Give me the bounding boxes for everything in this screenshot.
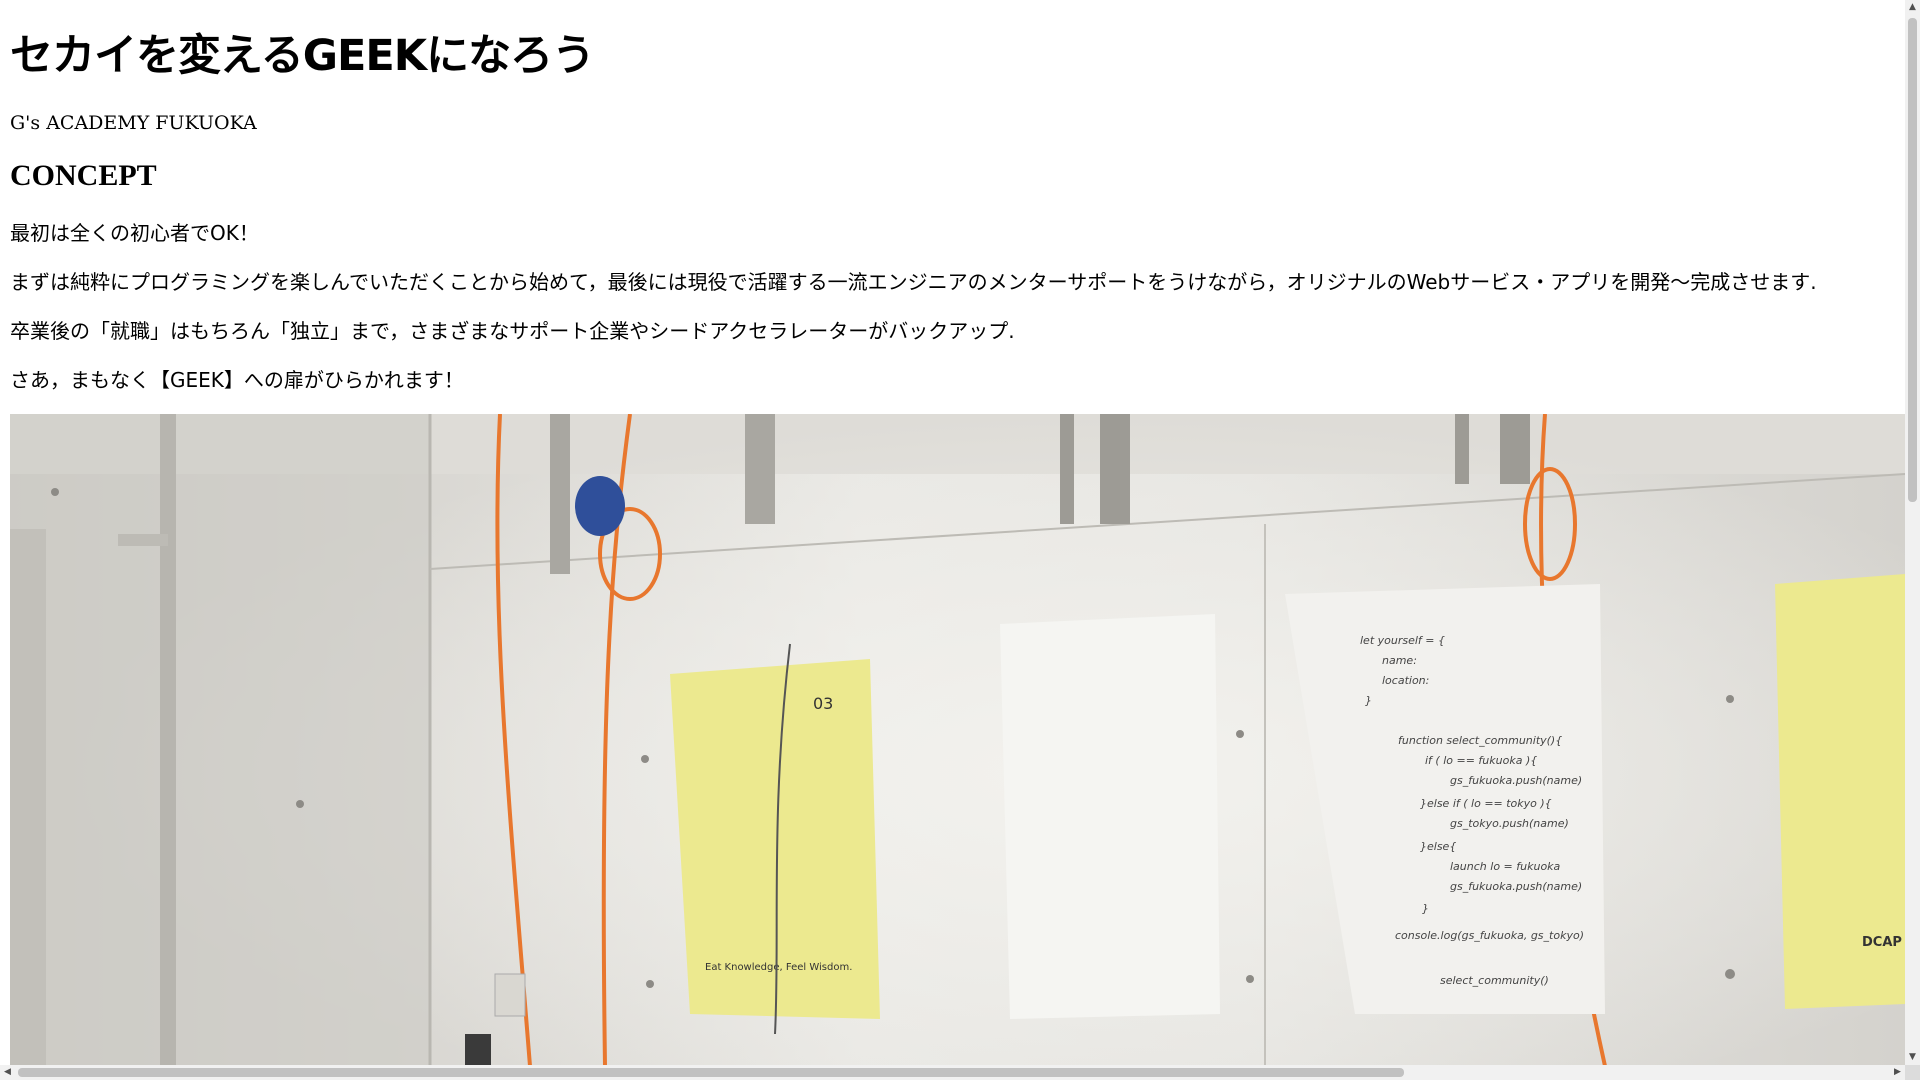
classroom-photo: 03 Eat Knowledge, Feel Wisdom. let yours… — [10, 414, 1905, 1066]
svg-text:console.log(gs_fukuoka, gs_tok: console.log(gs_fukuoka, gs_tokyo) — [1395, 929, 1584, 942]
poster-number: 03 — [813, 694, 833, 713]
svg-text:}else if ( lo == tokyo ){: }else if ( lo == tokyo ){ — [1420, 797, 1552, 810]
concept-paragraph-4: さあ，まもなく【GEEK】への扉がひらかれます！ — [10, 368, 464, 392]
svg-text:name:: name: — [1382, 654, 1417, 667]
page-title: セカイを変えるGEEKになろう — [10, 31, 595, 81]
scroll-down-arrow-icon[interactable]: ▼ — [1905, 1050, 1920, 1065]
scroll-left-arrow-icon[interactable]: ◀ — [0, 1065, 15, 1080]
page-content: セカイを変えるGEEKになろう G's ACADEMY FUKUOKA CONC… — [10, 0, 1905, 392]
svg-text:launch lo = fukuoka: launch lo = fukuoka — [1450, 860, 1561, 873]
horizontal-scrollbar[interactable]: ◀ ▶ — [0, 1065, 1905, 1080]
poster-caption: Eat Knowledge, Feel Wisdom. — [705, 962, 852, 973]
svg-text:select_community(): select_community() — [1440, 974, 1549, 987]
svg-text:if ( lo == fukuoka ){: if ( lo == fukuoka ){ — [1425, 754, 1537, 767]
photo-scene: 03 Eat Knowledge, Feel Wisdom. let yours… — [10, 414, 1905, 1066]
svg-text:gs_fukuoka.push(name): gs_fukuoka.push(name) — [1450, 774, 1582, 787]
svg-text:function select_community(){: function select_community(){ — [1398, 734, 1562, 747]
scroll-up-arrow-icon[interactable]: ▲ — [1905, 0, 1920, 15]
svg-text:location:: location: — [1382, 674, 1429, 687]
scrollbar-corner — [1905, 1065, 1920, 1080]
concept-heading: CONCEPT — [10, 159, 157, 192]
svg-text:}: } — [1422, 902, 1429, 915]
right-poster-caption: DCAP D — [1862, 935, 1905, 950]
scroll-right-arrow-icon[interactable]: ▶ — [1890, 1065, 1905, 1080]
svg-text:gs_tokyo.push(name): gs_tokyo.push(name) — [1450, 817, 1569, 830]
svg-text:}else{: }else{ — [1420, 840, 1456, 853]
vertical-scroll-thumb[interactable] — [1908, 18, 1917, 502]
vertical-scrollbar[interactable]: ▲ ▼ — [1905, 0, 1920, 1065]
white-poster — [1000, 614, 1220, 1019]
academy-name: G's ACADEMY FUKUOKA — [10, 112, 257, 134]
concept-paragraph-3: 卒業後の「就職」はもちろん「独立」まで，さまざまなサポート企業やシードアクセラレ… — [10, 319, 1015, 343]
concept-paragraph-1: 最初は全くの初心者でOK！ — [10, 221, 259, 245]
svg-text:gs_fukuoka.push(name): gs_fukuoka.push(name) — [1450, 880, 1582, 893]
concept-paragraph-2: まずは純粋にプログラミングを楽しんでいただくことから始めて，最後には現役で活躍す… — [10, 270, 1817, 294]
horizontal-scroll-thumb[interactable] — [18, 1068, 1404, 1077]
svg-text:}: } — [1365, 694, 1372, 707]
svg-text:let yourself = {: let yourself = { — [1360, 634, 1445, 647]
